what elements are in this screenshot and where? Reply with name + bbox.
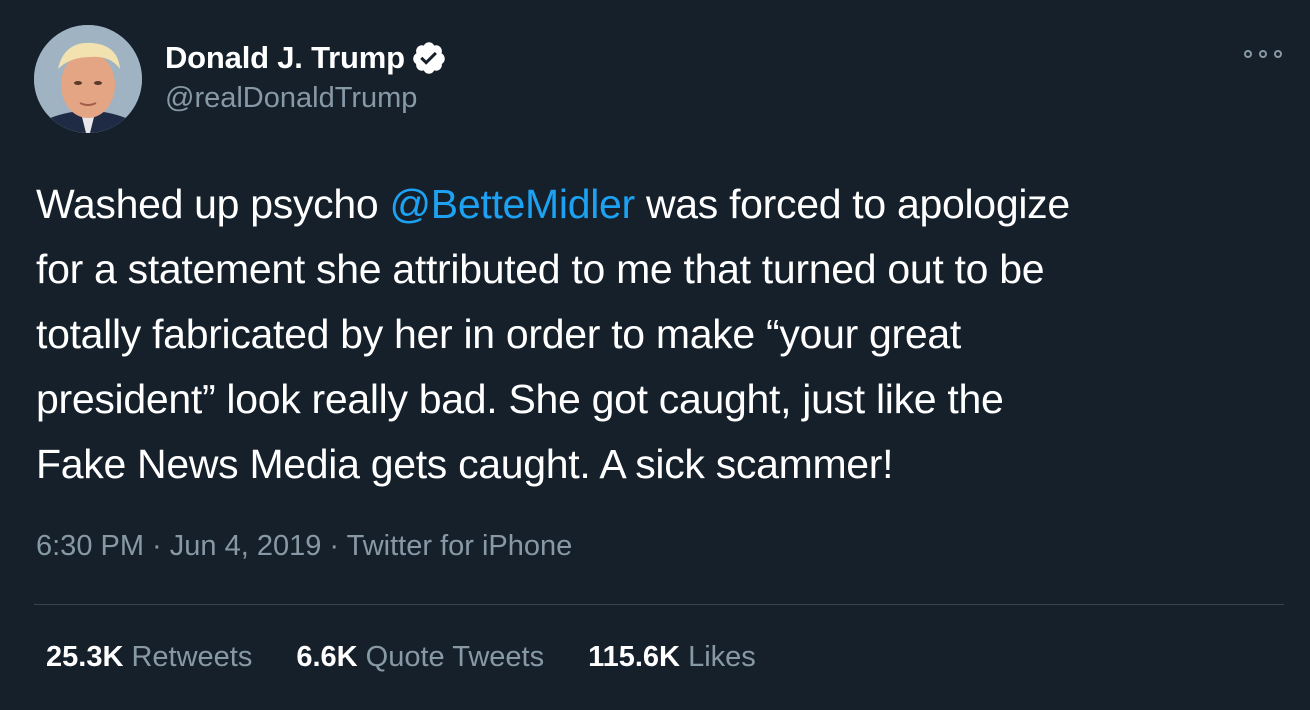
quote-tweets-count: 6.6K [296, 641, 358, 673]
avatar-image [34, 25, 142, 133]
more-dot [1244, 50, 1252, 58]
tweet-line: president” look really bad. She got caug… [36, 376, 1004, 422]
tweet-text: Washed up psycho @BetteMidler was forced… [36, 172, 1291, 497]
tweet-time[interactable]: 6:30 PM [36, 530, 144, 562]
more-dot [1274, 50, 1282, 58]
tweet-date[interactable]: Jun 4, 2019 [170, 530, 322, 562]
tweet-line: Fake News Media gets caught. A sick scam… [36, 441, 894, 487]
quote-tweets-label: Quote Tweets [365, 641, 545, 673]
divider [34, 604, 1284, 605]
tweet-meta: 6:30 PM · Jun 4, 2019 · Twitter for iPho… [36, 530, 572, 563]
likes-label: Likes [688, 641, 756, 673]
avatar[interactable] [34, 25, 142, 133]
verified-badge-icon [411, 40, 447, 76]
more-options-icon[interactable] [1244, 44, 1282, 64]
mention-link[interactable]: @BetteMidler [389, 181, 635, 227]
author-name-row: Donald J. Trump [165, 38, 447, 78]
tweet-line: totally fabricated by her in order to ma… [36, 311, 961, 357]
likes-stat[interactable]: 115.6K Likes [588, 641, 756, 674]
tweet-text-segment: Washed up psycho [36, 181, 390, 227]
meta-separator: · [144, 530, 170, 562]
more-dot [1259, 50, 1267, 58]
likes-count: 115.6K [588, 641, 680, 673]
tweet-source[interactable]: Twitter for iPhone [347, 530, 573, 562]
meta-separator: · [321, 530, 347, 562]
tweet-line: Washed up psycho @BetteMidler was forced… [36, 172, 1291, 237]
quote-tweets-stat[interactable]: 6.6K Quote Tweets [296, 641, 544, 674]
display-name[interactable]: Donald J. Trump [165, 40, 405, 76]
author-handle[interactable]: @realDonaldTrump [165, 82, 417, 115]
tweet-line: for a statement she attributed to me tha… [36, 246, 1045, 292]
retweets-label: Retweets [131, 641, 253, 673]
tweet-stats: 25.3K Retweets 6.6K Quote Tweets 115.6K … [46, 641, 800, 674]
tweet-text-segment: was forced to apologize [634, 181, 1070, 227]
retweets-stat[interactable]: 25.3K Retweets [46, 641, 252, 674]
tweet-card: Donald J. Trump @realDonaldTrump Washed … [0, 0, 1310, 710]
retweets-count: 25.3K [46, 641, 124, 673]
